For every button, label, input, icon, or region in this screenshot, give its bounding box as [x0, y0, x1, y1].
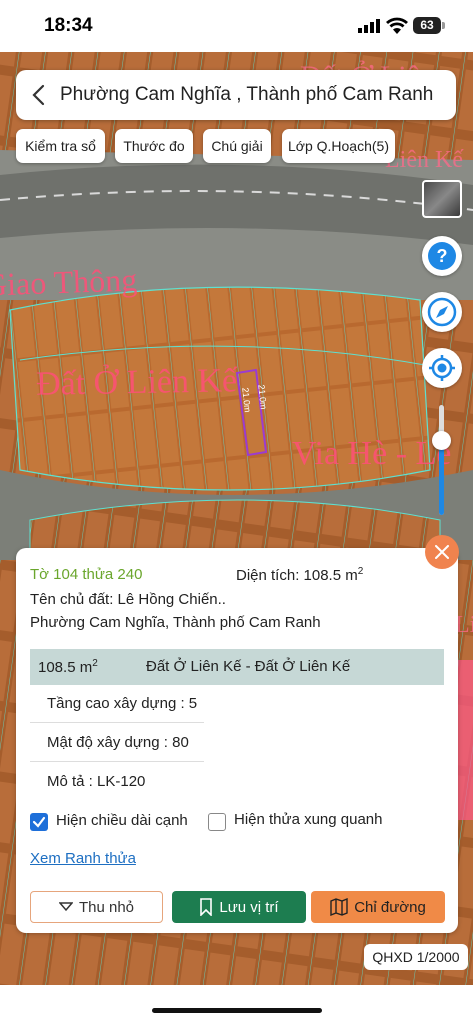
divider	[30, 761, 204, 762]
help-button[interactable]: ?	[422, 236, 462, 276]
base-layer-toggle[interactable]	[422, 180, 462, 218]
map-label-residential: Đất Ở Liên Kế	[35, 362, 238, 403]
close-icon	[435, 545, 449, 559]
parcel-address: Phường Cam Nghĩa, Thành phố Cam Ranh	[30, 614, 321, 631]
scale-badge: QHXD 1/2000	[364, 944, 468, 970]
map-label-traffic: Giao Thông	[0, 261, 138, 303]
compass-icon	[427, 297, 457, 327]
map-icon	[330, 898, 348, 916]
zone-description: Mô tả : LK-120	[47, 773, 146, 790]
svg-text:?: ?	[437, 246, 448, 266]
show-edges-checkbox[interactable]	[30, 813, 48, 831]
directions-button[interactable]: Chỉ đường	[311, 891, 445, 923]
question-icon: ?	[428, 242, 456, 270]
building-height: Tầng cao xây dựng : 5	[47, 695, 198, 712]
owner-name: Tên chủ đất: Lê Hồng Chiến..	[30, 591, 226, 608]
chevron-left-icon	[32, 84, 45, 106]
save-location-button[interactable]: Lưu vị trí	[172, 891, 306, 923]
map-label-chip: Liên Kế	[385, 147, 463, 173]
divider	[30, 722, 204, 723]
parcel-info-panel: Tờ 104 thửa 240 Diện tích: 108.5 m2 Tên …	[16, 548, 458, 933]
chevron-down-icon	[58, 902, 73, 912]
parcel-id: Tờ 104 thửa 240	[30, 566, 143, 583]
check-book-button[interactable]: Kiểm tra sổ	[16, 129, 105, 163]
close-panel-button[interactable]	[425, 535, 459, 569]
battery-cap	[442, 22, 445, 29]
zone-area: 108.5 m2	[38, 658, 98, 676]
home-indicator[interactable]	[152, 1008, 322, 1013]
show-neighbors-label[interactable]: Hiện thửa xung quanh	[234, 811, 382, 828]
location-bar[interactable]: Phường Cam Nghĩa , Thành phố Cam Ranh	[16, 70, 456, 120]
check-icon	[32, 816, 46, 828]
parcel-area: Diện tích: 108.5 m2	[236, 566, 364, 584]
battery-icon: 63	[413, 17, 441, 34]
show-edges-label[interactable]: Hiện chiều dài cạnh	[56, 812, 188, 829]
zone-type: Đất Ở Liên Kế - Đất Ở Liên Kế	[146, 658, 351, 675]
back-button[interactable]	[16, 70, 60, 120]
signal-icon	[358, 19, 380, 33]
minimize-button[interactable]: Thu nhỏ	[30, 891, 163, 923]
map-label-sidewalk: Via Hè - Lề	[292, 435, 452, 472]
status-bar: 18:34 63	[0, 0, 473, 52]
view-boundary-link[interactable]: Xem Ranh thửa	[30, 850, 136, 867]
building-density: Mật độ xây dựng : 80	[47, 734, 189, 751]
location-title: Phường Cam Nghĩa , Thành phố Cam Ranh	[60, 84, 434, 105]
my-location-button[interactable]	[422, 348, 462, 388]
show-neighbors-checkbox[interactable]	[208, 813, 226, 831]
opacity-slider-handle[interactable]	[432, 431, 451, 450]
legend-button[interactable]: Chú giải	[203, 129, 271, 163]
opacity-slider-fill	[439, 440, 444, 515]
bookmark-icon	[200, 898, 213, 916]
ruler-button[interactable]: Thước đo	[115, 129, 193, 163]
locate-icon	[429, 355, 455, 381]
wifi-icon	[386, 17, 408, 34]
planning-layer-button[interactable]: Lớp Q.Hoạch(5)	[282, 129, 395, 163]
clock: 18:34	[44, 15, 93, 36]
compass-button[interactable]	[422, 292, 462, 332]
